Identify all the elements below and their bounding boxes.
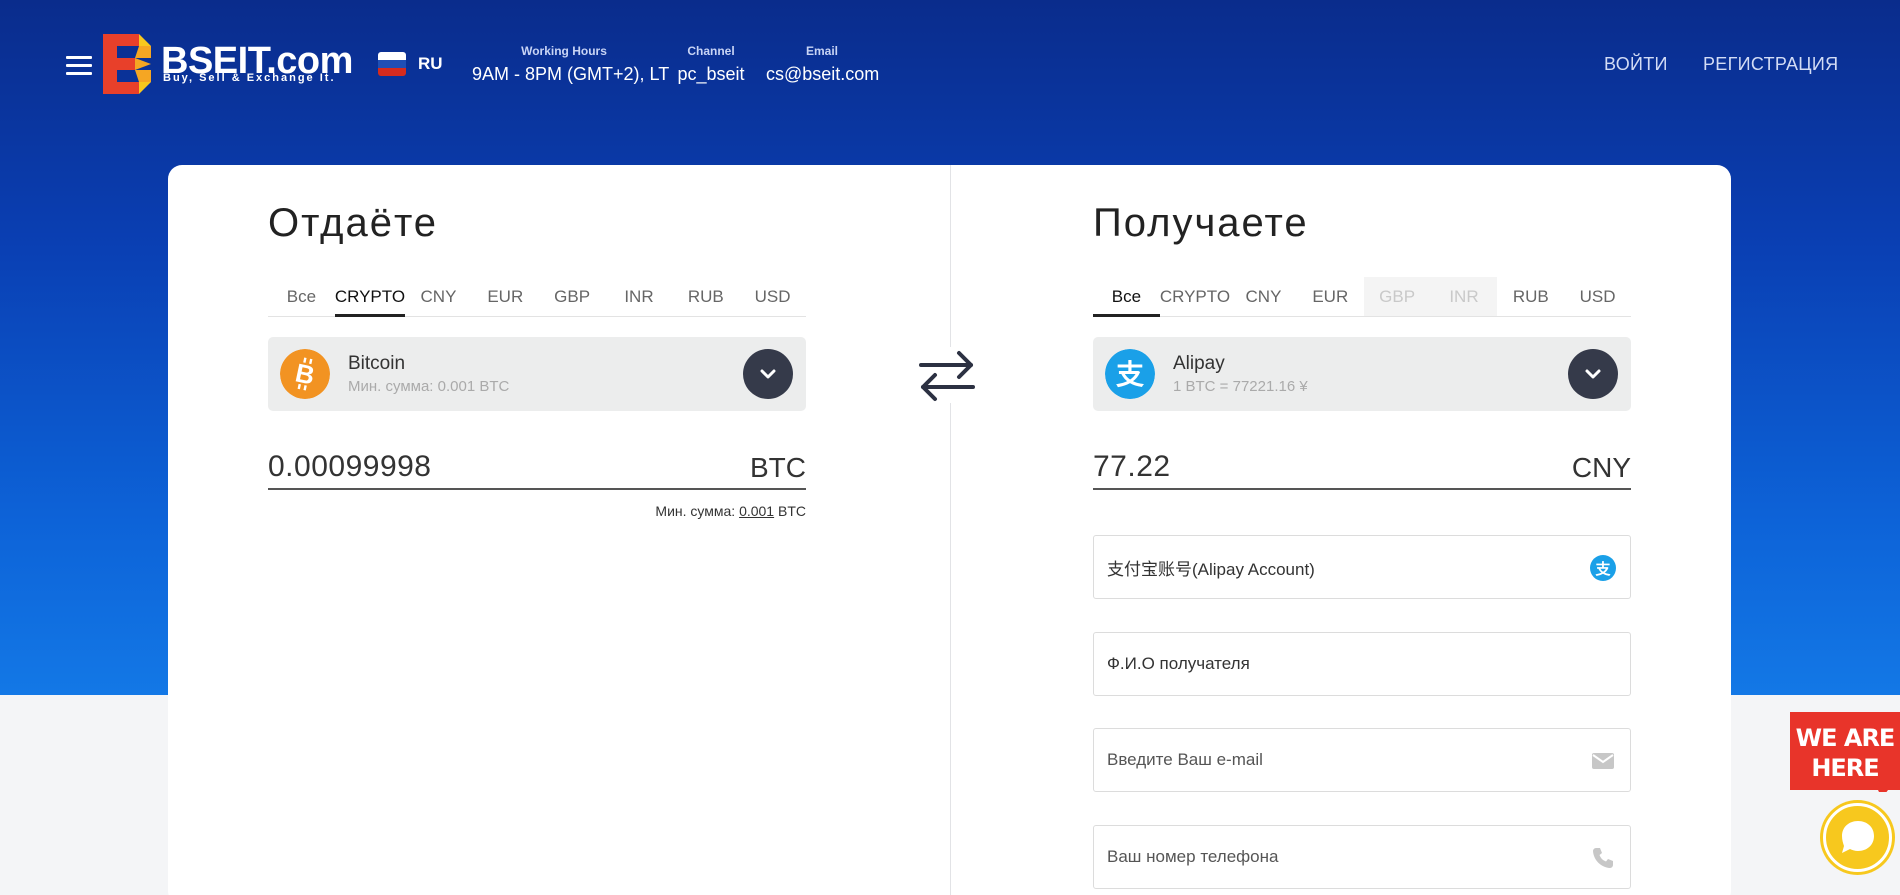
get-amount-currency: CNY xyxy=(1571,452,1631,483)
hamburger-icon[interactable] xyxy=(66,56,92,76)
give-min-note: Мин. сумма: 0.001 BTC xyxy=(655,503,806,519)
email-field[interactable] xyxy=(1093,728,1631,792)
min-note-suffix: BTC xyxy=(778,503,806,519)
get-tab-eur[interactable]: EUR xyxy=(1297,277,1364,316)
working-hours-value: 9AM - 8PM (GMT+2), LT xyxy=(472,64,670,84)
give-tab-usd[interactable]: USD xyxy=(739,277,806,316)
give-tab-gbp[interactable]: GBP xyxy=(539,277,606,316)
alipay-icon: 支 xyxy=(1105,349,1155,399)
russia-flag-icon xyxy=(378,52,406,76)
header: BSEIT.com Buy, Sell & Exchange It. RU Wo… xyxy=(0,0,1900,130)
login-link[interactable]: ВОЙТИ xyxy=(1604,54,1668,75)
working-hours-label: Working Hours xyxy=(521,44,607,58)
recipient-name-field[interactable] xyxy=(1093,632,1631,696)
get-tab-all[interactable]: Все xyxy=(1093,277,1160,317)
get-tab-usd[interactable]: USD xyxy=(1564,277,1631,316)
give-tab-all[interactable]: Все xyxy=(268,277,335,316)
get-tabs: Все CRYPTO CNY EUR GBP INR RUB USD xyxy=(1093,277,1631,317)
give-tab-inr[interactable]: INR xyxy=(606,277,673,316)
give-dropdown-button[interactable] xyxy=(743,349,793,399)
logo[interactable]: BSEIT.com Buy, Sell & Exchange It. xyxy=(103,32,363,96)
phone-icon xyxy=(1593,848,1613,868)
register-link[interactable]: РЕГИСТРАЦИЯ xyxy=(1703,54,1838,75)
give-tab-crypto[interactable]: CRYPTO xyxy=(334,277,406,317)
get-tab-crypto[interactable]: CRYPTO xyxy=(1160,277,1230,316)
swap-arrows-icon xyxy=(919,351,975,401)
alipay-account-input[interactable] xyxy=(1107,536,1577,598)
chevron-down-icon xyxy=(760,369,776,379)
logo-tagline: Buy, Sell & Exchange It. xyxy=(163,72,336,84)
give-currency-min: Мин. сумма: 0.001 BTC xyxy=(348,378,510,395)
get-tab-cny[interactable]: CNY xyxy=(1230,277,1297,316)
give-tabs: Все CRYPTO CNY EUR GBP INR RUB USD xyxy=(268,277,806,317)
svg-text:支: 支 xyxy=(1116,358,1144,391)
get-tab-inr: INR xyxy=(1430,277,1498,316)
email-input[interactable] xyxy=(1107,729,1577,791)
we-are-here-icon: WE ARE HERE xyxy=(1790,712,1900,798)
phone-field[interactable] xyxy=(1093,825,1631,889)
get-tab-rub[interactable]: RUB xyxy=(1497,277,1564,316)
chevron-down-icon xyxy=(1585,369,1601,379)
working-hours: Working Hours 9AM - 8PM (GMT+2), LT xyxy=(472,44,670,85)
chat-bubble-icon xyxy=(1823,803,1892,872)
min-note-prefix: Мин. сумма: xyxy=(655,503,736,519)
get-currency-select[interactable]: 支 Alipay 1 BTC = 77221.16 ¥ xyxy=(1093,337,1631,411)
svg-text:HERE: HERE xyxy=(1811,754,1878,782)
svg-text:支: 支 xyxy=(1594,560,1611,578)
give-currency-name: Bitcoin xyxy=(348,353,406,374)
chat-button[interactable] xyxy=(1820,800,1895,875)
mail-icon xyxy=(1592,753,1614,769)
get-currency-name: Alipay xyxy=(1173,353,1225,374)
phone-input[interactable] xyxy=(1107,826,1577,888)
give-amount-currency: BTC xyxy=(750,452,806,483)
min-note-value-link[interactable]: 0.001 xyxy=(739,503,774,519)
get-title: Получаете xyxy=(1093,201,1309,245)
bitcoin-icon: B xyxy=(280,349,330,399)
get-currency-rate: 1 BTC = 77221.16 ¥ xyxy=(1173,378,1308,395)
column-divider xyxy=(950,165,951,895)
give-tab-eur[interactable]: EUR xyxy=(472,277,539,316)
logo-mark-icon xyxy=(103,34,151,94)
swap-button[interactable] xyxy=(917,347,977,403)
get-dropdown-button[interactable] xyxy=(1568,349,1618,399)
language-code: RU xyxy=(418,54,443,73)
channel: Channel pc_bseit xyxy=(674,44,748,85)
get-amount-input[interactable] xyxy=(1093,450,1493,484)
give-title: Отдаёте xyxy=(268,201,439,245)
give-amount-input[interactable] xyxy=(268,450,668,484)
give-tab-cny[interactable]: CNY xyxy=(405,277,472,316)
recipient-name-input[interactable] xyxy=(1107,633,1577,695)
channel-label: Channel xyxy=(687,44,735,58)
get-tab-gbp: GBP xyxy=(1363,277,1431,316)
we-are-here-badge[interactable]: WE ARE HERE xyxy=(1790,712,1900,798)
channel-value[interactable]: pc_bseit xyxy=(674,64,748,85)
email-value[interactable]: cs@bseit.com xyxy=(766,64,879,85)
email-info: Email cs@bseit.com xyxy=(766,44,879,85)
get-amount-row: CNY xyxy=(1093,450,1631,490)
give-currency-select[interactable]: B Bitcoin Мин. сумма: 0.001 BTC xyxy=(268,337,806,411)
alipay-icon: 支 xyxy=(1590,555,1616,581)
alipay-account-field[interactable]: 支 xyxy=(1093,535,1631,599)
language-switcher[interactable]: RU xyxy=(378,52,443,76)
email-label: Email xyxy=(805,44,838,58)
give-amount-row: BTC xyxy=(268,450,806,490)
exchange-card: Отдаёте Все CRYPTO CNY EUR GBP INR RUB U… xyxy=(168,165,1731,895)
give-tab-rub[interactable]: RUB xyxy=(672,277,739,316)
svg-text:WE ARE: WE ARE xyxy=(1796,724,1895,752)
